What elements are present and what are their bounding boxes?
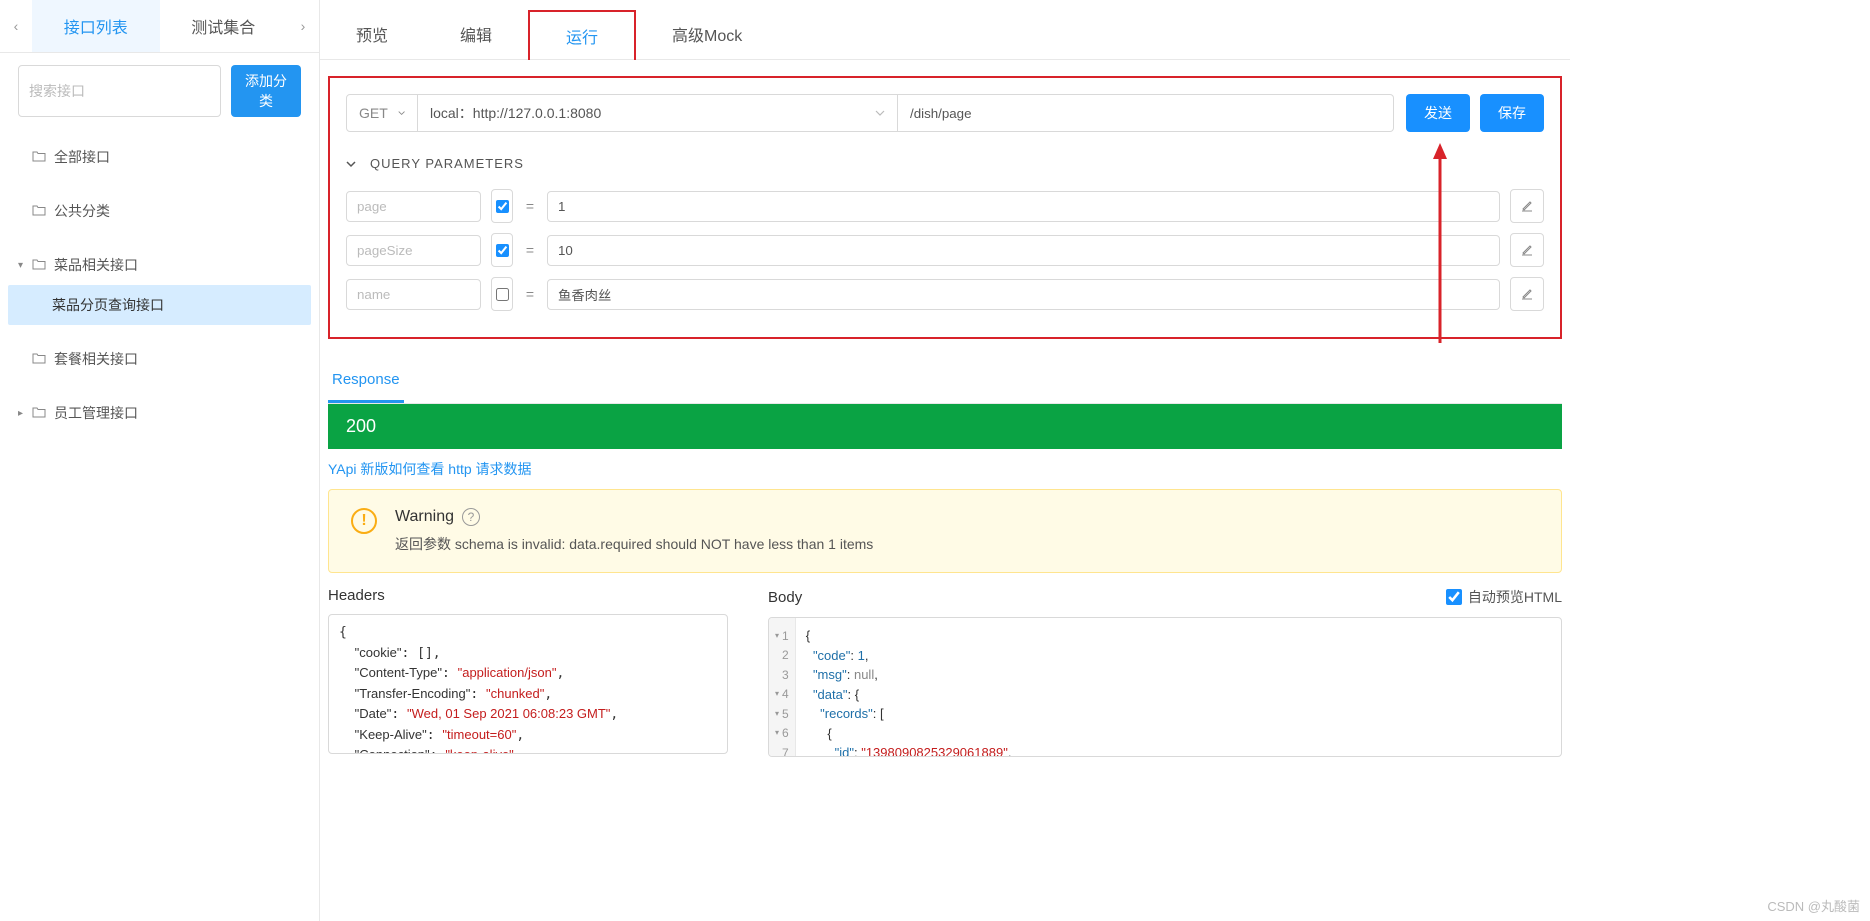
query-params-header[interactable]: QUERY PARAMETERS: [346, 156, 1544, 171]
main-tab-2[interactable]: 运行: [528, 10, 636, 60]
equals-sign: =: [523, 286, 537, 302]
sidebar: ‹ 接口列表 测试集合 › 添加分类 全部接口公共分类 ▾ 菜品相关接口菜品分页查询…: [0, 0, 320, 921]
env-label: local：http://127.0.0.1:8080: [430, 103, 601, 123]
help-icon[interactable]: ?: [462, 508, 480, 526]
sidebar-tab-api-list[interactable]: 接口列表: [32, 0, 160, 52]
help-link[interactable]: YApi 新版如何查看 http 请求数据: [328, 461, 532, 477]
main-panel: 预览编辑运行高级Mock GET local：http://127.0.0.1:…: [320, 0, 1870, 921]
edit-icon[interactable]: [1510, 233, 1544, 267]
tree-item[interactable]: 全部接口: [0, 137, 319, 177]
watermark: CSDN @丸酸菌: [1767, 896, 1860, 915]
param-name-input[interactable]: [346, 279, 481, 310]
warning-title: Warning: [395, 508, 454, 526]
chevron-down-icon: [398, 108, 405, 118]
method-label: GET: [359, 105, 388, 121]
response-section: Response 200 YApi 新版如何查看 http 请求数据 ! War…: [328, 359, 1562, 757]
chevron-down-icon: [875, 108, 885, 118]
main-tab-0[interactable]: 预览: [320, 10, 424, 59]
auto-preview-label: 自动预览HTML: [1468, 587, 1562, 607]
param-required-check[interactable]: [491, 189, 513, 223]
main-tab-3[interactable]: 高级Mock: [636, 10, 778, 59]
folder-icon: [32, 149, 46, 165]
equals-sign: =: [523, 198, 537, 214]
folder-icon: [32, 351, 46, 367]
equals-sign: =: [523, 242, 537, 258]
param-value-input[interactable]: [547, 235, 1500, 266]
env-select[interactable]: local：http://127.0.0.1:8080: [418, 94, 898, 132]
body-title: Body: [768, 589, 802, 606]
param-required-check[interactable]: [491, 233, 513, 267]
tree-item-label: 菜品相关接口: [54, 255, 138, 275]
param-row: =: [346, 189, 1544, 223]
edit-icon[interactable]: [1510, 277, 1544, 311]
sidebar-tab-next[interactable]: ›: [287, 2, 319, 50]
tree-item-label: 全部接口: [54, 147, 110, 167]
warning-message: 返回参数 schema is invalid: data.required sh…: [395, 534, 873, 554]
query-params-title: QUERY PARAMETERS: [370, 156, 524, 171]
param-row: =: [346, 233, 1544, 267]
search-input[interactable]: [18, 65, 221, 117]
tree-item[interactable]: ▾ 菜品相关接口: [0, 245, 319, 285]
param-required-check[interactable]: [491, 277, 513, 311]
tree-item[interactable]: 套餐相关接口: [0, 339, 319, 379]
warning-icon: !: [351, 508, 377, 534]
auto-preview-checkbox[interactable]: [1446, 589, 1462, 605]
headers-title: Headers: [328, 587, 728, 604]
tree-item-label: 员工管理接口: [54, 403, 138, 423]
main-tab-1[interactable]: 编辑: [424, 10, 528, 59]
auto-preview-toggle[interactable]: 自动预览HTML: [1446, 587, 1562, 607]
sidebar-tabs: ‹ 接口列表 测试集合 ›: [0, 0, 319, 53]
run-panel: GET local：http://127.0.0.1:8080 发送 保存 QU…: [328, 76, 1562, 339]
headers-code[interactable]: { "cookie": [], "Content-Type": "applica…: [328, 614, 728, 754]
param-row: =: [346, 277, 1544, 311]
add-category-button[interactable]: 添加分类: [231, 65, 301, 117]
sidebar-tree: 全部接口公共分类 ▾ 菜品相关接口菜品分页查询接口套餐相关接口 ▸ 员工管理接口: [0, 129, 319, 441]
param-value-input[interactable]: [547, 191, 1500, 222]
path-input[interactable]: [898, 94, 1394, 132]
send-button[interactable]: 发送: [1406, 94, 1470, 132]
main-tabs: 预览编辑运行高级Mock: [320, 0, 1570, 60]
tree-item[interactable]: ▸ 员工管理接口: [0, 393, 319, 433]
body-code[interactable]: ▾123▾4▾5▾678910 { "code": 1, "msg": null…: [768, 617, 1562, 757]
caret-icon: ▾: [18, 260, 32, 271]
folder-icon: [32, 203, 46, 219]
folder-icon: [32, 405, 46, 421]
status-bar: 200: [328, 404, 1562, 449]
warning-box: ! Warning ? 返回参数 schema is invalid: data…: [328, 489, 1562, 573]
method-select[interactable]: GET: [346, 94, 418, 132]
folder-icon: [32, 257, 46, 273]
save-button[interactable]: 保存: [1480, 94, 1544, 132]
response-tabs: Response: [328, 359, 1562, 404]
chevron-down-icon: [346, 159, 356, 169]
tree-item-label: 套餐相关接口: [54, 349, 138, 369]
tree-item-selected[interactable]: 菜品分页查询接口: [8, 285, 311, 325]
tree-item-label: 菜品分页查询接口: [52, 295, 164, 315]
edit-icon[interactable]: [1510, 189, 1544, 223]
caret-icon: ▸: [18, 408, 32, 419]
sidebar-tab-test-collection[interactable]: 测试集合: [160, 0, 288, 52]
request-row: GET local：http://127.0.0.1:8080 发送 保存: [346, 94, 1544, 132]
tree-item[interactable]: 公共分类: [0, 191, 319, 231]
param-name-input[interactable]: [346, 235, 481, 266]
response-tab[interactable]: Response: [328, 359, 404, 403]
param-value-input[interactable]: [547, 279, 1500, 310]
sidebar-tab-prev[interactable]: ‹: [0, 2, 32, 50]
param-name-input[interactable]: [346, 191, 481, 222]
tree-item-label: 公共分类: [54, 201, 110, 221]
